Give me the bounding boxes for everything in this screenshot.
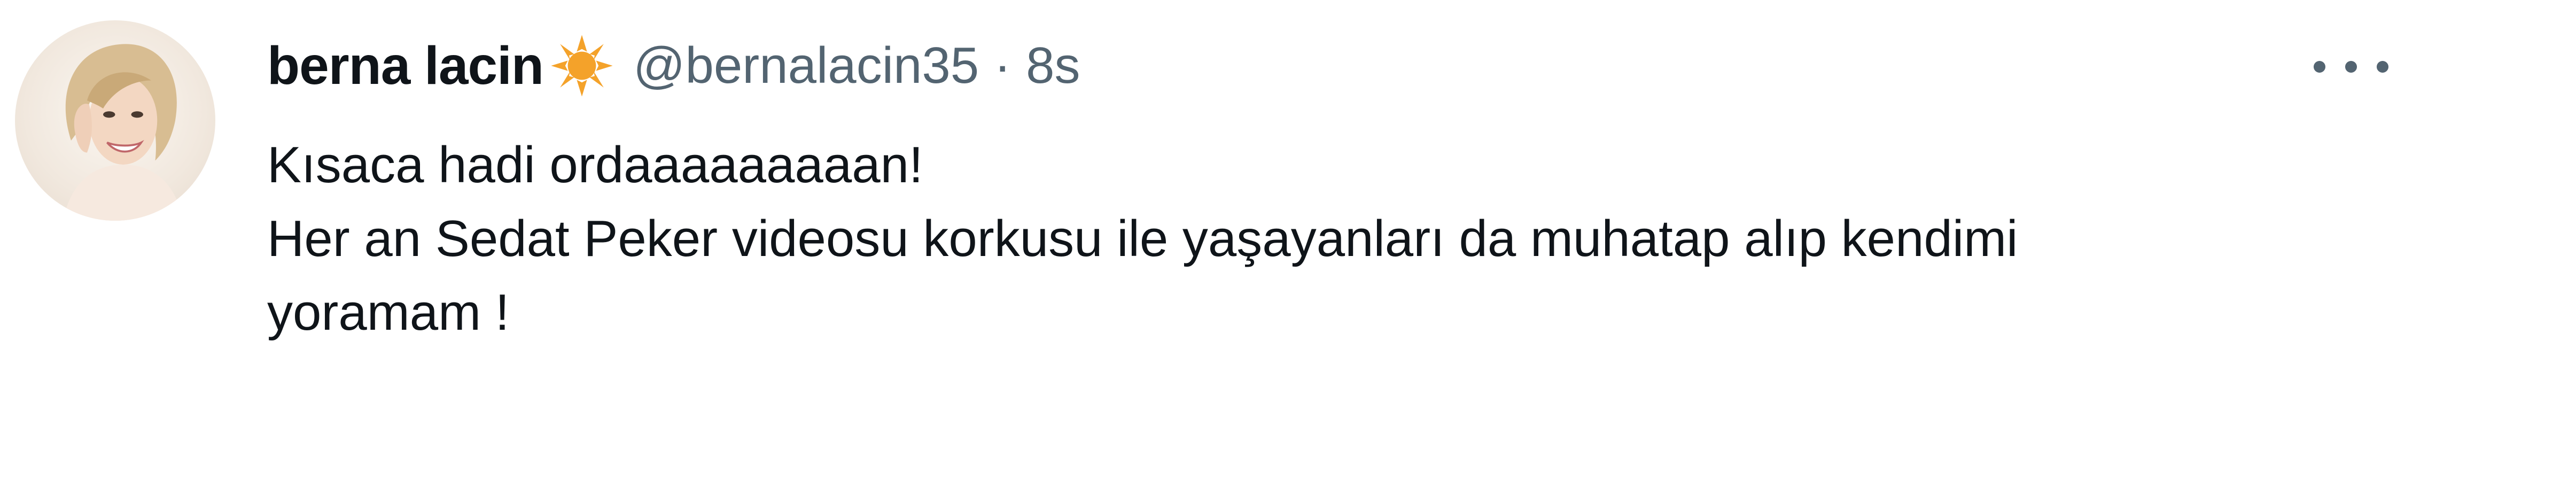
display-name[interactable]: berna lacin <box>267 35 544 97</box>
tweet-card[interactable]: berna lacin @bernalacin35 · 8s Kısaca ha… <box>0 0 2576 481</box>
separator-dot: · <box>994 37 1011 94</box>
sun-badge-icon <box>550 34 614 98</box>
avatar[interactable] <box>15 20 215 221</box>
avatar-image <box>63 44 183 221</box>
tweet-text-line: Kısaca hadi ordaaaaaaaaan! <box>267 136 923 193</box>
tweet-text: Kısaca hadi ordaaaaaaaaan! Her an Sedat … <box>267 128 2511 350</box>
timestamp[interactable]: 8s <box>1026 36 1080 95</box>
tweet-text-line: Her an Sedat Peker videosu korkusu ile y… <box>267 210 2018 267</box>
tweet-header: berna lacin @bernalacin35 · 8s <box>267 31 1080 100</box>
ellipsis-icon[interactable] <box>2314 43 2388 91</box>
tweet-text-line: yoramam ! <box>267 284 510 341</box>
user-handle[interactable]: @bernalacin35 <box>633 36 979 95</box>
